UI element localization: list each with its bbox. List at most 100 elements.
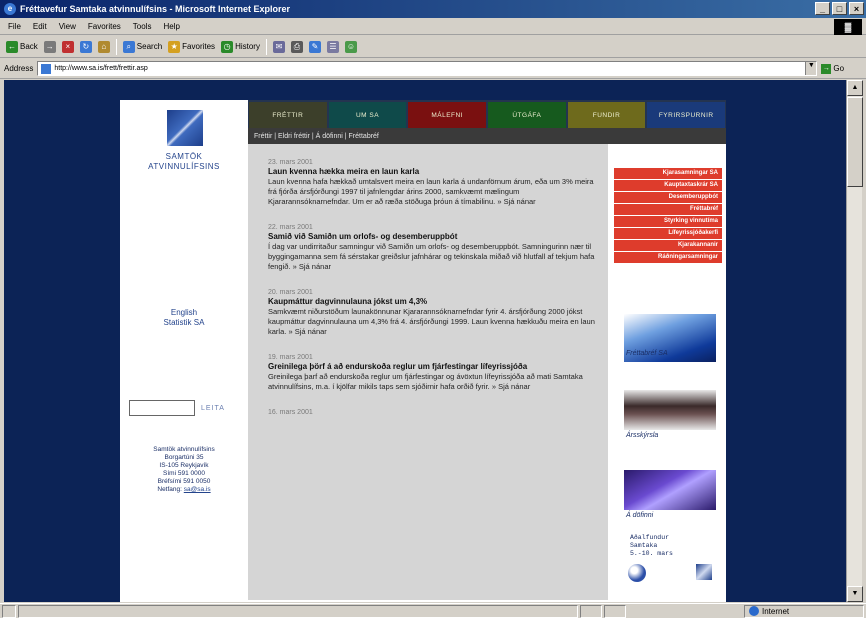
language-links: English Statistik SA xyxy=(120,308,248,328)
menu-help[interactable]: Help xyxy=(163,22,179,31)
nav-tab-um-sa[interactable]: UM SA xyxy=(328,102,407,128)
stop-icon: × xyxy=(61,40,74,53)
logo-text: SAMTÖK ATVINNULÍFSINS xyxy=(120,152,248,172)
maximize-button[interactable]: □ xyxy=(832,2,847,15)
messenger-button[interactable]: ☺ xyxy=(344,40,357,53)
news-date: 19. mars 2001 xyxy=(268,354,313,361)
address-bar: Address http://www.sa.is/frett/frettir.a… xyxy=(0,59,866,79)
window-title-bar: e Fréttavefur Samtaka atvinnulífsins - M… xyxy=(0,0,866,18)
status-page-icon xyxy=(2,604,16,618)
nav-tab-utgafa[interactable]: ÚTGÁFA xyxy=(488,102,566,128)
news-item: 16. mars 2001 xyxy=(268,408,598,417)
events-caption[interactable]: Á döfinni xyxy=(626,512,653,519)
mail-button[interactable]: ✉ xyxy=(272,40,285,53)
close-button[interactable]: × xyxy=(849,2,864,15)
read-more-link[interactable]: » Sjá nánar xyxy=(293,262,331,271)
quick-link[interactable]: Kjarasamningar SA xyxy=(614,168,722,179)
menu-file[interactable]: File xyxy=(8,22,21,31)
email-label: Netfang: xyxy=(157,486,182,493)
discuss-button[interactable]: ☰ xyxy=(326,40,339,53)
nav-tab-fundir[interactable]: FUNDIR xyxy=(567,102,646,128)
menu-favorites[interactable]: Favorites xyxy=(88,22,121,31)
newsletter-caption[interactable]: Fréttabréf SA xyxy=(626,350,668,357)
print-icon: ⎙ xyxy=(290,40,303,53)
browser-viewport: SAMTÖK ATVINNULÍFSINS English Statistik … xyxy=(4,80,846,602)
home-button[interactable]: ⌂ xyxy=(97,40,110,53)
quick-link[interactable]: Lífeyrissjóðakerfi xyxy=(614,228,722,239)
email-link[interactable]: sa@sa.is xyxy=(184,486,211,493)
status-cell xyxy=(580,604,602,618)
quick-links: Kjarasamningar SA Kauptaxtaskrár SA Dese… xyxy=(614,168,722,264)
menu-bar: File Edit View Favorites Tools Help ▓ xyxy=(0,18,866,35)
quick-link[interactable]: Kauptaxtaskrár SA xyxy=(614,180,722,191)
nav-tab-frettir[interactable]: FRÉTTIR xyxy=(249,102,327,128)
nav-tab-malefni[interactable]: MÁLEFNI xyxy=(408,102,487,128)
toolbar-separator xyxy=(115,38,117,55)
news-headline[interactable]: Samið við Samiðn um orlofs- og desemberu… xyxy=(268,232,598,242)
event-line: 5.-10. mars xyxy=(630,550,673,557)
news-headline[interactable]: Laun kvenna hækka meira en laun karla xyxy=(268,167,598,177)
scroll-down-icon[interactable]: ▼ xyxy=(847,586,863,602)
print-button[interactable]: ⎙ xyxy=(290,40,303,53)
quick-link[interactable]: Desemberuppbót xyxy=(614,192,722,203)
status-text xyxy=(18,604,578,618)
left-sidebar: SAMTÖK ATVINNULÍFSINS English Statistik … xyxy=(120,100,248,600)
read-more-link[interactable]: » Sjá nánar xyxy=(492,382,530,391)
sub-nav[interactable]: Fréttir | Eldri fréttir | Á döfinni | Fr… xyxy=(248,128,726,144)
quick-link[interactable]: Fréttabréf xyxy=(614,204,722,215)
forward-arrow-icon: → xyxy=(43,40,56,53)
messenger-icon: ☺ xyxy=(344,40,357,53)
edit-button[interactable]: ✎ xyxy=(308,40,321,53)
address-line: Samtök atvinnulífsins xyxy=(153,446,215,453)
news-headline[interactable]: Kaupmáttur dagvinnulauna jókst um 4,3% xyxy=(268,297,598,307)
search-button[interactable]: ⌕ Search xyxy=(122,40,163,53)
back-button[interactable]: ← Back xyxy=(6,40,38,53)
sa-logo-icon[interactable] xyxy=(167,110,203,146)
address-line: IS-105 Reykjavík xyxy=(159,462,209,469)
annual-report-image[interactable] xyxy=(624,390,716,430)
forward-button[interactable]: → xyxy=(43,40,56,53)
refresh-button[interactable]: ↻ xyxy=(79,40,92,53)
read-more-link[interactable]: » Sjá nánar xyxy=(288,327,326,336)
right-sidebar: Kjarasamningar SA Kauptaxtaskrár SA Dese… xyxy=(608,144,726,600)
history-button[interactable]: ◷ History xyxy=(221,40,260,53)
news-body-text: Laun kvenna hafa hækkað umtalsvert meira… xyxy=(268,177,594,206)
english-link[interactable]: English xyxy=(120,308,248,318)
quick-link[interactable]: Kjarakannanir xyxy=(614,240,722,251)
page-footer xyxy=(120,600,726,602)
search-label: Search xyxy=(136,42,163,51)
events-image[interactable] xyxy=(624,470,716,510)
event-notice[interactable]: Aðalfundur Samtaka 5.-10. mars xyxy=(630,534,673,558)
annual-report-caption[interactable]: Ársskýrsla xyxy=(626,432,658,439)
favorites-button[interactable]: ★ Favorites xyxy=(168,40,215,53)
window-title: Fréttavefur Samtaka atvinnulífsins - Mic… xyxy=(20,4,291,14)
statistik-link[interactable]: Statistik SA xyxy=(120,318,248,328)
menu-tools[interactable]: Tools xyxy=(133,22,152,31)
search-submit-button[interactable]: LEITA xyxy=(201,405,225,412)
address-input[interactable]: http://www.sa.is/frett/frettir.asp ▼ xyxy=(37,61,818,76)
nav-tab-fyrirspurnir[interactable]: FYRIRSPURNIR xyxy=(647,102,726,128)
status-cell xyxy=(604,604,626,618)
read-more-link[interactable]: » Sjá nánar xyxy=(497,197,535,206)
quick-link[interactable]: Ráðningarsamningar xyxy=(614,252,722,263)
history-label: History xyxy=(235,42,260,51)
mail-icon: ✉ xyxy=(272,40,285,53)
news-date: 16. mars 2001 xyxy=(268,409,313,416)
scroll-up-icon[interactable]: ▲ xyxy=(847,80,863,96)
address-dropdown-icon[interactable]: ▼ xyxy=(805,62,817,75)
minimize-button[interactable]: _ xyxy=(815,2,830,15)
stop-button[interactable]: × xyxy=(61,40,74,53)
zone-label: Internet xyxy=(762,606,790,616)
news-body: Samkvæmt niðurstöðum launakönnunar Kjara… xyxy=(268,307,598,337)
vertical-scrollbar[interactable]: ▲ ▼ xyxy=(846,80,863,602)
news-item: 22. mars 2001 Samið við Samiðn um orlofs… xyxy=(268,223,598,272)
menu-view[interactable]: View xyxy=(59,22,76,31)
standard-toolbar: ← Back → × ↻ ⌂ ⌕ Search ★ Favorites ◷ Hi… xyxy=(0,36,866,58)
scroll-thumb[interactable] xyxy=(847,97,863,187)
menu-edit[interactable]: Edit xyxy=(33,22,47,31)
windows-logo-icon: ▓ xyxy=(834,19,862,35)
quick-link[interactable]: Styrking vinnutíma xyxy=(614,216,722,227)
site-search-input[interactable] xyxy=(129,400,195,416)
go-button[interactable]: → Go xyxy=(821,63,844,74)
news-headline[interactable]: Greinilega þörf á að endurskoða reglur u… xyxy=(268,362,598,372)
